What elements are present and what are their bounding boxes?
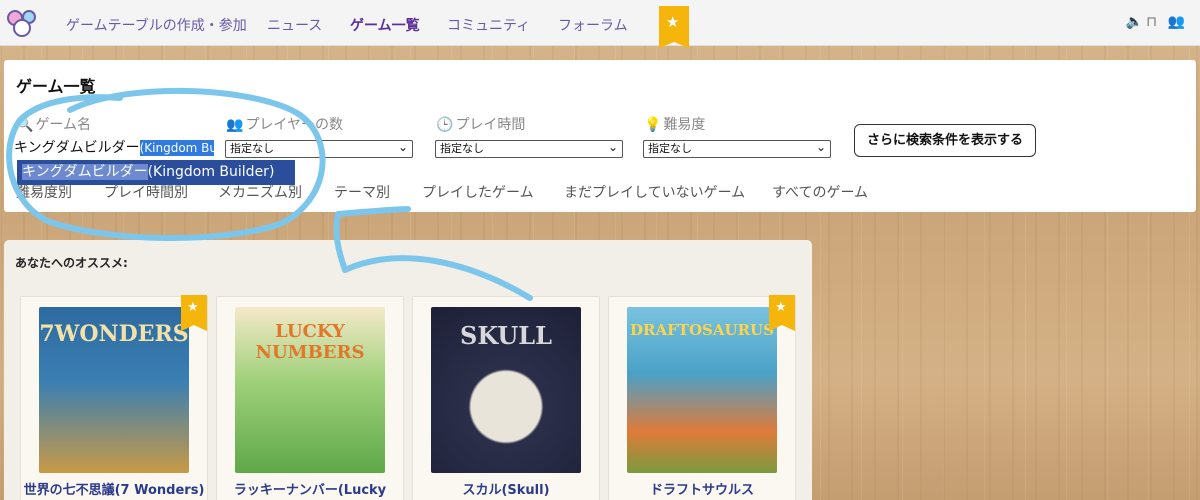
tab-theme[interactable]: テーマ別	[334, 182, 390, 202]
players-label: 👥 プレイヤーの数	[226, 117, 344, 133]
game-cover-image[interactable]: 7WONDERS	[39, 307, 189, 473]
difficulty-select[interactable]: 指定なし	[643, 139, 831, 158]
game-card[interactable]: LUCKY NUMBERS ラッキーナンバー(Lucky	[216, 296, 404, 500]
premium-badge[interactable]: ★	[659, 6, 689, 48]
game-title-link[interactable]: 世界の七不思議(7 Wonders)	[21, 479, 207, 498]
nav-item-create-table[interactable]: ゲームテーブルの作成・参加	[66, 15, 247, 35]
game-cover-image[interactable]: SKULL	[431, 307, 581, 473]
nav-right-icons[interactable]: 🔈⊓ 👥	[1126, 14, 1188, 30]
recommendations-panel: あなたへのオススメ: 7WONDERS 世界の七不思議(7 Wonders) ★…	[4, 240, 812, 500]
star-icon: ★	[666, 13, 680, 31]
nav-item-forum[interactable]: フォーラム	[558, 15, 628, 35]
game-name-input[interactable]: キングダムビルダー(Kingdom Bui	[14, 137, 214, 159]
tab-mechanics[interactable]: メカニズム別	[218, 182, 302, 202]
favorite-badge[interactable]: ★	[769, 295, 795, 331]
game-card[interactable]: DRAFTOSAURUS ドラフトサウルス ★	[608, 295, 796, 500]
top-nav: ゲームテーブルの作成・参加 ニュース ゲーム一覧 コミュニティ フォーラム ★ …	[0, 0, 1200, 48]
show-more-filters-button[interactable]: さらに検索条件を表示する	[854, 124, 1036, 157]
game-name-label: 🔍 ゲーム名	[16, 117, 92, 133]
favorite-badge[interactable]: ★	[181, 295, 207, 331]
tab-all-games[interactable]: すべてのゲーム	[772, 182, 868, 202]
recommendations-title: あなたへのオススメ:	[15, 256, 128, 270]
search-icon: 🔍	[16, 117, 34, 133]
game-title-link[interactable]: ラッキーナンバー(Lucky	[217, 479, 403, 498]
tab-duration[interactable]: プレイ時間別	[104, 182, 188, 202]
site-logo-icon[interactable]	[6, 8, 38, 38]
autocomplete-suggestion[interactable]: キングダムビルダー(Kingdom Builder)	[17, 160, 295, 185]
clock-icon: 🕒	[436, 117, 454, 133]
tab-difficulty[interactable]: 難易度別	[16, 182, 72, 202]
page-title: ゲーム一覧	[16, 77, 96, 96]
difficulty-label: 💡 難易度	[644, 117, 706, 133]
tab-not-played[interactable]: まだプレイしていないゲーム	[564, 182, 745, 202]
players-icon: 👥	[226, 117, 244, 133]
game-cover-image[interactable]: DRAFTOSAURUS	[627, 307, 777, 473]
nav-item-community[interactable]: コミュニティ	[447, 15, 530, 35]
game-card[interactable]: 7WONDERS 世界の七不思議(7 Wonders) ★	[20, 295, 208, 500]
duration-label: 🕒 プレイ時間	[436, 117, 526, 133]
star-icon: ★	[775, 300, 787, 315]
game-title-link[interactable]: ドラフトサウルス	[609, 479, 795, 498]
nav-item-game-list[interactable]: ゲーム一覧	[350, 15, 420, 35]
bulb-icon: 💡	[644, 117, 662, 133]
players-select[interactable]: 指定なし	[225, 139, 413, 158]
game-title-link[interactable]: スカル(Skull)	[413, 479, 599, 498]
nav-item-news[interactable]: ニュース	[267, 15, 322, 35]
duration-select[interactable]: 指定なし	[435, 139, 623, 158]
star-icon: ★	[187, 300, 199, 315]
game-card[interactable]: SKULL スカル(Skull)	[412, 296, 600, 500]
search-panel: ゲーム一覧 🔍 ゲーム名 👥 プレイヤーの数 🕒 プレイ時間 💡 難易度 キングダムビル…	[4, 60, 1196, 212]
game-cover-image[interactable]: LUCKY NUMBERS	[235, 307, 385, 473]
tab-played[interactable]: プレイしたゲーム	[422, 182, 534, 202]
